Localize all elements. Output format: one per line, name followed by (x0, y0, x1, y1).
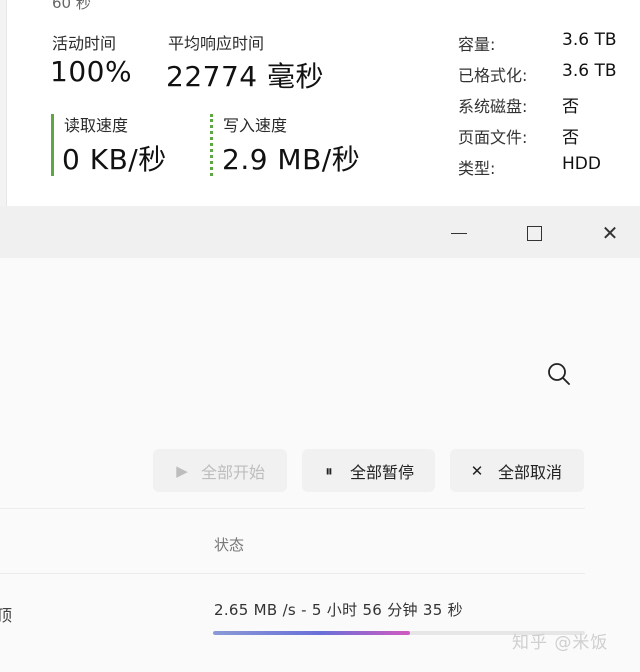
title-bar[interactable]: ✕ (0, 206, 640, 258)
close-button[interactable]: ✕ (587, 214, 633, 252)
watermark: 知乎 @米饭 (512, 633, 609, 653)
system-disk-key: 系统磁盘: (458, 97, 528, 116)
write-speed-indicator (210, 114, 213, 176)
search-icon (548, 363, 570, 385)
minimize-button[interactable] (436, 214, 482, 252)
maximize-button[interactable] (511, 214, 557, 252)
header-divider (0, 508, 585, 509)
avg-response-label: 平均响应时间 (168, 34, 265, 53)
pause-all-label: 全部暂停 (350, 462, 415, 482)
avg-response-value: 22774 毫秒 (166, 60, 324, 93)
close-icon: ✕ (470, 461, 484, 480)
play-icon: ▶ (176, 461, 188, 480)
screenshot-root: 60 秒 活动时间 100% 平均响应时间 22774 毫秒 读取速度 0 KB… (0, 0, 640, 672)
download-progress-fill (213, 631, 411, 635)
formatted-value: 3.6 TB (562, 61, 617, 81)
write-speed-value: 2.9 MB/秒 (222, 143, 361, 176)
disk-type-key: 类型: (458, 159, 496, 178)
start-all-label: 全部开始 (201, 462, 266, 482)
panel-left-edge (0, 0, 7, 206)
download-window: ✕ ▶ 全部开始 ⏸ 全部暂停 ✕ 全部取消 状态 顶 2.65 MB /s -… (0, 206, 640, 672)
close-icon: ✕ (601, 221, 619, 245)
active-time-label: 活动时间 (52, 34, 117, 53)
page-file-key: 页面文件: (458, 128, 528, 147)
cancel-all-label: 全部取消 (498, 462, 563, 482)
page-file-value: 否 (562, 128, 579, 148)
start-all-button[interactable]: ▶ 全部开始 (153, 449, 287, 492)
disk-performance-panel: 60 秒 活动时间 100% 平均响应时间 22774 毫秒 读取速度 0 KB… (0, 0, 640, 206)
row-divider (0, 573, 585, 574)
formatted-key: 已格式化: (458, 66, 528, 85)
capacity-value: 3.6 TB (562, 30, 617, 50)
row-name-fragment: 顶 (0, 606, 13, 625)
system-disk-value: 否 (562, 97, 579, 117)
disk-type-value: HDD (562, 154, 601, 174)
capacity-key: 容量: (458, 35, 496, 54)
read-speed-indicator (51, 114, 54, 176)
graph-timespan-label: 60 秒 (52, 0, 91, 12)
minimize-icon (451, 232, 467, 234)
maximize-icon (526, 225, 542, 241)
column-header-status[interactable]: 状态 (214, 534, 244, 555)
active-time-value: 100% (50, 55, 133, 88)
write-speed-label: 写入速度 (223, 116, 288, 135)
cancel-all-button[interactable]: ✕ 全部取消 (450, 449, 584, 492)
search-button[interactable] (541, 356, 577, 392)
read-speed-value: 0 KB/秒 (62, 143, 167, 176)
pause-icon: ⏸ (325, 461, 333, 480)
download-status-text: 2.65 MB /s - 5 小时 56 分钟 35 秒 (214, 601, 463, 619)
read-speed-label: 读取速度 (64, 116, 129, 135)
pause-all-button[interactable]: ⏸ 全部暂停 (302, 449, 435, 492)
